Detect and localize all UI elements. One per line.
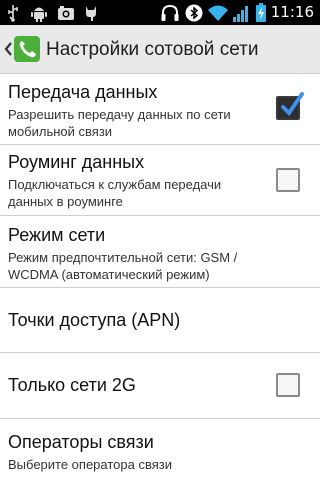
phone-app-icon[interactable] [14,36,40,62]
setting-title: Операторы связи [8,432,154,452]
setting-title: Передача данных [8,82,158,102]
usb-icon [6,3,20,22]
2g-only-checkbox[interactable] [276,373,300,397]
bluetooth-icon [185,3,203,22]
data-transfer-checkbox[interactable] [276,92,304,120]
setting-access-points[interactable]: Точки доступа (APN) [0,288,320,353]
setting-title: Роуминг данных [8,152,145,172]
android-debug-icon [30,3,48,22]
cat-icon [83,3,99,22]
setting-subtitle: Подключаться к службам передачи данных в… [8,177,222,209]
back-chevron-icon[interactable] [2,39,14,59]
setting-title: Точки доступа (APN) [8,310,181,330]
status-time: 11:16 [270,3,314,21]
setting-data-transfer[interactable]: Передача данных Разрешить передачу данны… [0,75,320,145]
setting-subtitle: Режим предпочтительной сети: GSM / WCDMA… [8,250,238,282]
setting-network-mode[interactable]: Режим сети Режим предпочтительной сети: … [0,216,320,288]
headphones-icon [160,3,180,22]
setting-carriers[interactable]: Операторы связи Выберите оператора связи [0,419,320,480]
battery-charging-icon [254,3,268,22]
wifi-icon [207,3,229,22]
page-title: Настройки сотовой сети [46,39,259,60]
setting-data-roaming[interactable]: Роуминг данных Подключаться к службам пе… [0,145,320,216]
setting-title: Режим сети [8,225,106,245]
settings-list: Передача данных Разрешить передачу данны… [0,75,320,480]
setting-subtitle: Выберите оператора связи [8,457,172,472]
setting-2g-only[interactable]: Только сети 2G [0,353,320,419]
action-bar: Настройки сотовой сети [0,25,320,74]
setting-subtitle: Разрешить передачу данных по сети мобиль… [8,107,231,139]
signal-icon [232,3,250,22]
camera-icon [57,3,75,22]
status-bar: 11:16 [0,0,320,25]
checkmark-icon [281,92,304,117]
data-roaming-checkbox[interactable] [276,168,300,192]
setting-title: Только сети 2G [8,375,136,395]
